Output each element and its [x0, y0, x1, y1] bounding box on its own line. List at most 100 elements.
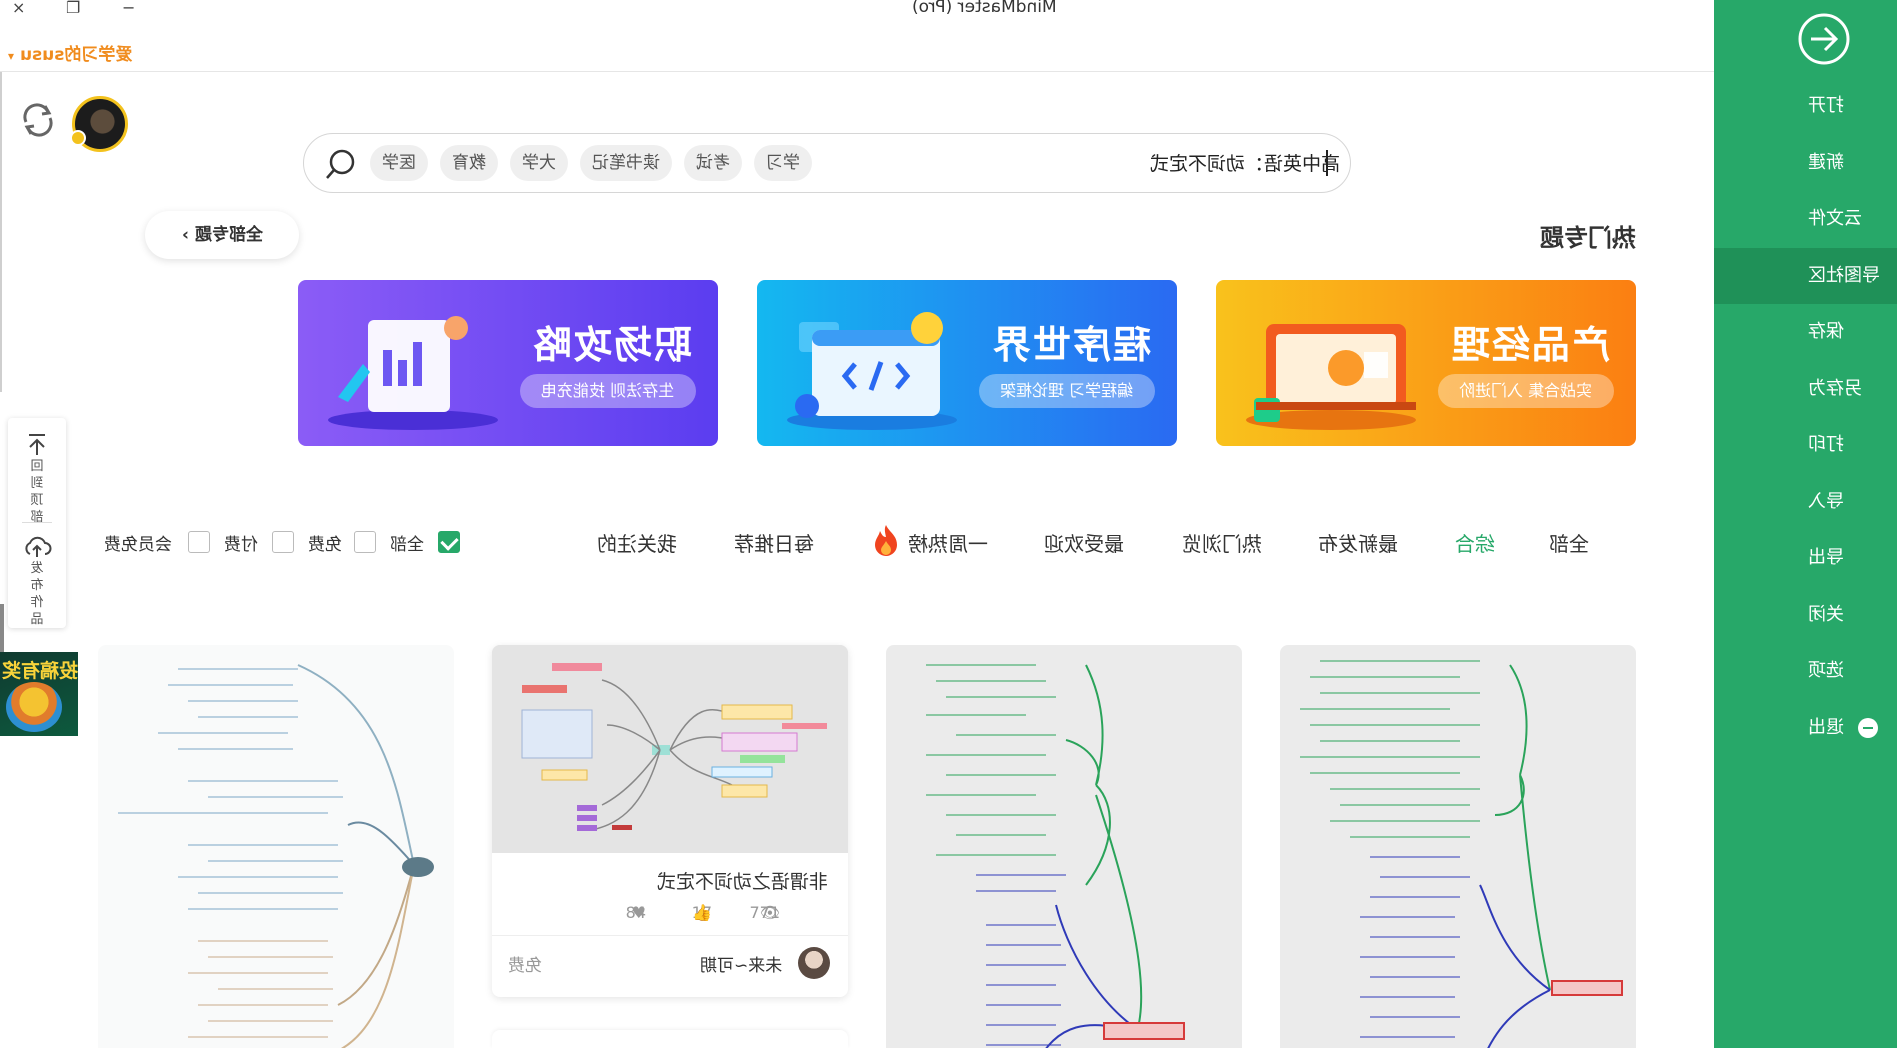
back-to-top-label: 回到顶部 [30, 459, 44, 525]
mindmap-card[interactable] [886, 645, 1242, 1048]
refresh-icon[interactable] [18, 100, 58, 140]
laptop-illustration [1246, 324, 1416, 430]
exit-icon [1858, 717, 1878, 738]
sidebar-item-export[interactable]: 导出 [1714, 530, 1897, 587]
card-price: 免费 [508, 956, 542, 976]
search-icon[interactable] [324, 147, 358, 181]
card-divider [492, 935, 848, 936]
sidebar-item-open[interactable]: 打开 [1714, 78, 1897, 135]
filter-member-free-label: 会员免费 [104, 535, 172, 555]
tab-latest[interactable]: 最新发布 [1318, 528, 1398, 557]
mindmap-thumbnail [118, 664, 434, 1048]
mindmap-thumbnail [492, 645, 848, 853]
search-tag[interactable]: 教育 [440, 145, 498, 181]
file-sidebar: 打开 新建 云文件 导图社区 保存 另存为 打印 导入 导出 关闭 选项 退出 [1714, 0, 1897, 1048]
title-bar: × ❐ − MindMaster (Pro) [0, 0, 1714, 20]
sidebar-item-options[interactable]: 选项 [1714, 643, 1897, 700]
toolbar-divider [22, 522, 52, 523]
close-window-button[interactable]: × [12, 0, 25, 17]
filter-paid-label: 付费 [224, 535, 258, 555]
card-author[interactable]: 未来~可期 [700, 951, 782, 976]
search-tags: 学习 考试 读书笔记 大学 教育 医学 [370, 145, 812, 181]
hot-topics-title: 热门专题 [1540, 224, 1636, 252]
sidebar-item-exit[interactable]: 退出 [1714, 700, 1897, 757]
search-input[interactable]: 高中英语：动词不定式 [1130, 149, 1340, 176]
tab-hot-views[interactable]: 热门浏览 [1182, 528, 1262, 557]
tab-weekly-hot[interactable]: 一周热榜 [908, 528, 988, 557]
heart-icon: ♥ [631, 903, 646, 922]
filter-member-free-checkbox[interactable] [188, 531, 210, 553]
arrow-up-icon [29, 434, 45, 455]
sidebar-item-community[interactable]: 导图社区 [1714, 247, 1897, 304]
tab-all[interactable]: 全部 [1549, 528, 1589, 557]
mindmap-card[interactable] [1280, 645, 1636, 1048]
tab-most-popular[interactable]: 最受欢迎 [1044, 528, 1124, 557]
window-title: MindMaster (Pro) [912, 0, 1057, 17]
sidebar-item-close[interactable]: 关闭 [1714, 587, 1897, 644]
tab-comprehensive[interactable]: 综合 [1455, 528, 1495, 557]
user-row: 爱学习的susu ▾ [0, 36, 1714, 72]
banner-title: 程序世界 [991, 323, 1152, 367]
mindmap-thumbnail [926, 664, 1185, 1048]
mindmaster-window: × ❐ − MindMaster (Pro) 爱学习的susu ▾ 回到顶部 发… [0, 0, 1897, 1048]
restore-window-button[interactable]: ❐ [66, 0, 80, 17]
banner-subtitle: 编程学习 理论框架 [979, 374, 1155, 408]
publish-label: 发布作品 [30, 561, 44, 627]
code-window-illustration [787, 312, 957, 430]
mindmap-card[interactable] [98, 645, 454, 1048]
search-tag[interactable]: 考试 [684, 145, 742, 181]
promo-banner[interactable]: 投稿有奖 [0, 652, 78, 736]
thumbs-up-icon: 👍 [692, 903, 712, 922]
filter-all-label: 全部 [390, 535, 424, 555]
flame-icon [875, 525, 897, 556]
promo-illustration [6, 682, 62, 732]
search-tag[interactable]: 读书笔记 [580, 145, 672, 181]
sidebar-menu: 打开 新建 云文件 导图社区 保存 另存为 打印 导入 导出 关闭 选项 退出 [1714, 78, 1897, 756]
tab-following[interactable]: 我关注的 [597, 528, 677, 557]
tab-daily-recommend[interactable]: 每日推荐 [734, 528, 814, 557]
sidebar-item-new[interactable]: 新建 [1714, 135, 1897, 192]
all-topics-button[interactable]: 全部专题 › [145, 211, 299, 259]
filter-all-checkbox[interactable] [438, 531, 460, 553]
banner-career[interactable]: 职场攻略 生存法则 技能充电 [298, 280, 718, 446]
chevron-right-icon: › [181, 225, 189, 245]
filter-free-label: 免费 [308, 535, 342, 555]
search-bar[interactable]: 学习 考试 读书笔记 大学 教育 医学 高中英语：动词不定式 [303, 133, 1351, 193]
author-avatar[interactable] [798, 947, 830, 979]
banner-product-manager[interactable]: 产品经理 实战合集 入门进阶 [1216, 280, 1636, 446]
floating-toolbar: 回到顶部 发布作品 [8, 418, 66, 628]
card-title: 非谓语之动词不定式 [656, 871, 828, 893]
banner-subtitle: 实战合集 入门进阶 [1438, 374, 1614, 408]
sidebar-item-cloud-files[interactable]: 云文件 [1714, 191, 1897, 248]
cloud-upload-icon [25, 536, 52, 557]
mindmap-card[interactable]: 非谓语之动词不定式 84 ♥ 17 👍 771 👁 未来~可期 免费 [492, 645, 848, 997]
left-divider [0, 72, 2, 392]
banner-title: 职场攻略 [532, 323, 693, 367]
minimize-window-button[interactable]: − [122, 0, 135, 17]
user-name-menu[interactable]: 爱学习的susu ▾ [8, 40, 132, 65]
filter-free-checkbox[interactable] [354, 531, 376, 553]
chevron-down-icon: ▾ [8, 49, 15, 63]
sidebar-item-save-as[interactable]: 另存为 [1714, 361, 1897, 418]
next-card-peek [492, 1030, 848, 1048]
back-to-top-button[interactable]: 回到顶部 [8, 432, 66, 526]
sidebar-item-import[interactable]: 导入 [1714, 474, 1897, 531]
banner-subtitle: 生存法则 技能充电 [520, 374, 696, 408]
banner-title: 产品经理 [1450, 323, 1611, 367]
search-tag[interactable]: 大学 [510, 145, 568, 181]
user-name: 爱学习的susu [19, 45, 133, 65]
all-topics-label: 全部专题 [194, 225, 263, 245]
search-tag[interactable]: 学习 [754, 145, 812, 181]
banner-programming[interactable]: 程序世界 编程学习 理论框架 [757, 280, 1177, 446]
vip-badge-icon [70, 130, 86, 146]
sidebar-item-print[interactable]: 打印 [1714, 417, 1897, 474]
text-caret [1326, 150, 1328, 176]
price-filters: 会员免费 付费 免费 全部 [100, 525, 480, 561]
arrow-right-circle-icon[interactable] [1797, 12, 1851, 66]
search-tag[interactable]: 医学 [370, 145, 428, 181]
promo-text: 投稿有奖 [2, 660, 78, 682]
sidebar-item-save[interactable]: 保存 [1714, 304, 1897, 361]
publish-button[interactable]: 发布作品 [8, 534, 66, 628]
filter-paid-checkbox[interactable] [272, 531, 294, 553]
report-chart-illustration [328, 316, 498, 430]
